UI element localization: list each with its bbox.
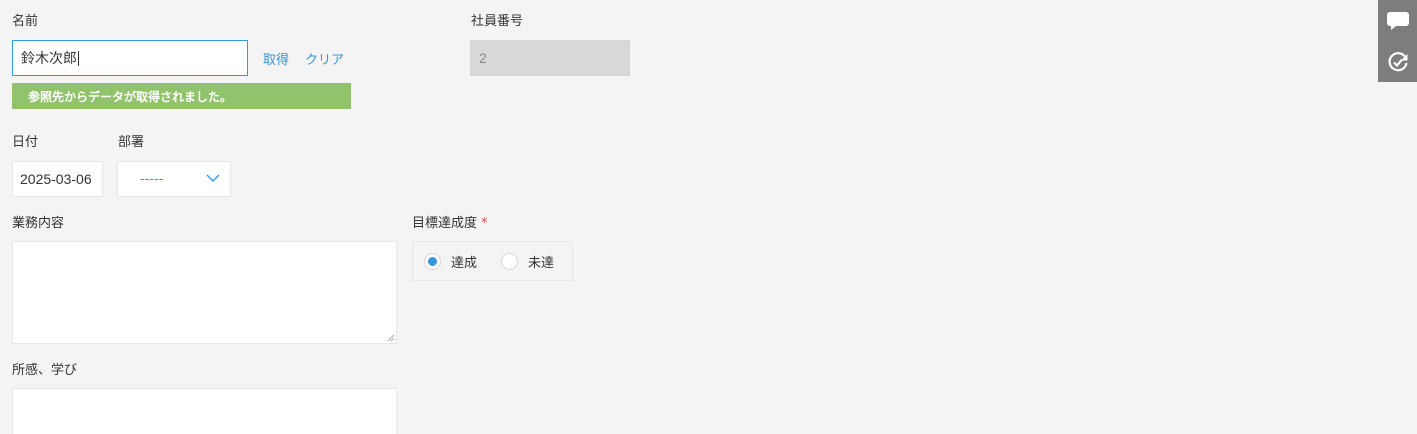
radio-option-achieved[interactable]: 達成 bbox=[424, 242, 477, 280]
radio-option-not-achieved[interactable]: 未達 bbox=[501, 242, 554, 280]
resize-grip-icon[interactable] bbox=[386, 333, 395, 342]
history-button[interactable] bbox=[1378, 41, 1417, 82]
fetch-link[interactable]: 取得 bbox=[263, 49, 289, 68]
impressions-label: 所感、学び bbox=[12, 363, 78, 378]
work-content-label: 業務内容 bbox=[12, 216, 65, 231]
employee-number-value: 2 bbox=[479, 50, 487, 66]
comments-button[interactable] bbox=[1378, 0, 1417, 41]
department-label: 部署 bbox=[118, 135, 145, 150]
text-cursor bbox=[78, 50, 79, 66]
name-input[interactable]: 鈴木次郎 bbox=[12, 40, 248, 76]
chevron-down-icon bbox=[206, 174, 220, 182]
lookup-success-notice: 参照先からデータが取得されました。 bbox=[12, 83, 351, 109]
radio-button[interactable] bbox=[501, 252, 518, 270]
goal-achievement-label-text: 目標達成度 bbox=[412, 216, 478, 231]
radio-option-label: 達成 bbox=[451, 255, 478, 271]
name-label: 名前 bbox=[12, 14, 39, 29]
required-mark: * bbox=[481, 216, 488, 231]
history-icon bbox=[1388, 51, 1408, 71]
work-content-textarea[interactable] bbox=[12, 241, 397, 344]
name-input-value: 鈴木次郎 bbox=[21, 50, 77, 66]
goal-achievement-radio-group: 達成 未達 bbox=[412, 241, 573, 281]
date-label: 日付 bbox=[12, 135, 39, 150]
comment-icon bbox=[1386, 11, 1409, 30]
side-toolbar bbox=[1378, 0, 1417, 82]
date-input-value: 2025-03-06 bbox=[20, 171, 92, 187]
employee-number-field: 2 bbox=[470, 40, 630, 76]
radio-option-label: 未達 bbox=[528, 255, 555, 271]
impressions-textarea[interactable] bbox=[12, 388, 397, 434]
department-selected-value: ----- bbox=[140, 172, 164, 187]
goal-achievement-label: 目標達成度 * bbox=[412, 216, 488, 232]
date-input[interactable]: 2025-03-06 bbox=[12, 161, 103, 197]
radio-button-checked[interactable] bbox=[424, 252, 441, 270]
department-select[interactable]: ----- bbox=[117, 161, 231, 197]
employee-number-label: 社員番号 bbox=[471, 14, 524, 29]
clear-link[interactable]: クリア bbox=[305, 49, 344, 68]
